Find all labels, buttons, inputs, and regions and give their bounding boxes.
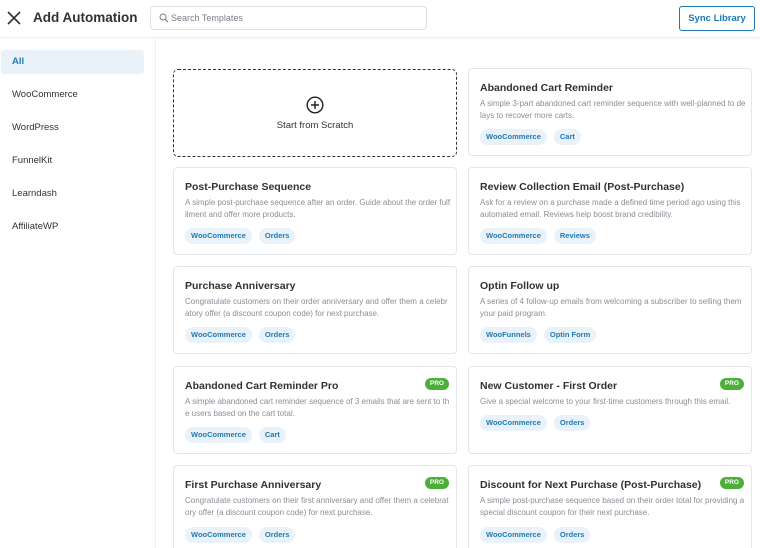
- template-title: Post-Purchase Sequence: [185, 181, 312, 193]
- tag: Cart: [553, 129, 581, 145]
- search-input[interactable]: [171, 7, 421, 29]
- template-grid: Start from Scratch Abandoned Cart Remind…: [157, 39, 760, 548]
- tag: WooCommerce: [185, 527, 252, 543]
- tag: Orders: [258, 228, 296, 244]
- sidebar: All WooCommerce WordPress FunnelKit Lear…: [0, 39, 156, 548]
- close-icon: [7, 11, 21, 25]
- page-title: Add Automation: [33, 10, 138, 25]
- tag: Orders: [258, 327, 296, 343]
- tag: WooCommerce: [480, 129, 547, 145]
- template-description: A simple post-purchase sequence after an…: [185, 198, 451, 219]
- sidebar-item-woocommerce[interactable]: WooCommerce: [1, 83, 144, 107]
- sidebar-item-wordpress[interactable]: WordPress: [1, 116, 144, 140]
- sidebar-item-affiliatewp[interactable]: AffiliateWP: [1, 215, 144, 239]
- template-description: Congratulate customers on their order an…: [185, 297, 448, 318]
- tag: WooCommerce: [480, 228, 547, 244]
- sidebar-item-funnelkit[interactable]: FunnelKit: [1, 149, 144, 173]
- template-card[interactable]: New Customer - First Order PRO Give a sp…: [468, 366, 752, 454]
- template-card[interactable]: First Purchase Anniversary PRO Congratul…: [173, 465, 457, 548]
- tag: WooCommerce: [185, 327, 252, 343]
- pro-badge: PRO: [424, 378, 449, 390]
- template-title: Review Collection Email (Post-Purchase): [480, 181, 685, 193]
- tag-list: WooCommerce Orders: [185, 327, 296, 343]
- template-title: New Customer - First Order: [480, 380, 618, 392]
- template-title: First Purchase Anniversary: [185, 479, 322, 491]
- start-from-scratch-card[interactable]: Start from Scratch: [173, 69, 457, 157]
- template-description: A simple abandoned cart reminder sequenc…: [185, 397, 450, 418]
- tag: Orders: [553, 415, 591, 431]
- tag: WooCommerce: [480, 527, 547, 543]
- template-description: Give a special welcome to your first-tim…: [480, 397, 731, 406]
- tag-list: WooCommerce Orders: [185, 527, 296, 543]
- tag: Cart: [258, 427, 286, 443]
- template-description: A series of 4 follow-up emails from welc…: [480, 297, 742, 318]
- sidebar-item-all[interactable]: All: [1, 50, 144, 74]
- tag-list: WooCommerce Orders: [480, 527, 591, 543]
- template-card[interactable]: Review Collection Email (Post-Purchase) …: [468, 167, 752, 255]
- tag: WooFunnels: [480, 327, 537, 343]
- pro-badge: PRO: [719, 378, 744, 390]
- tag-list: WooCommerce Orders: [185, 228, 296, 244]
- template-title: Discount for Next Purchase (Post-Purchas…: [480, 479, 702, 491]
- tag: WooCommerce: [185, 427, 252, 443]
- tag-list: WooFunnels Optin Form: [480, 327, 597, 343]
- search-icon: [159, 13, 169, 23]
- sync-library-button[interactable]: Sync Library: [679, 6, 755, 31]
- template-title: Abandoned Cart Reminder: [480, 82, 614, 94]
- template-card[interactable]: Discount for Next Purchase (Post-Purchas…: [468, 465, 752, 548]
- scratch-label: Start from Scratch: [276, 119, 354, 131]
- tag: Reviews: [553, 228, 596, 244]
- tag: Orders: [258, 527, 296, 543]
- tag-list: WooCommerce Reviews: [480, 228, 596, 244]
- tag: Orders: [553, 527, 591, 543]
- template-card[interactable]: Abandoned Cart Reminder Pro PRO A simple…: [173, 366, 457, 454]
- plus-circle-icon: [306, 95, 324, 114]
- tag: WooCommerce: [480, 415, 547, 431]
- sidebar-item-learndash[interactable]: Learndash: [1, 182, 144, 206]
- template-card[interactable]: Optin Follow up A series of 4 follow-up …: [468, 266, 752, 354]
- template-card[interactable]: Post-Purchase Sequence A simple post-pur…: [173, 167, 457, 255]
- template-title: Abandoned Cart Reminder Pro: [185, 380, 339, 392]
- header: Add Automation Sync Library: [0, 0, 760, 38]
- pro-badge: PRO: [424, 477, 449, 489]
- tag-list: WooCommerce Cart: [480, 129, 581, 145]
- template-title: Purchase Anniversary: [185, 280, 296, 292]
- template-description: A simple post-purchase sequence based on…: [480, 496, 745, 517]
- template-title: Optin Follow up: [480, 280, 560, 292]
- tag: Optin Form: [543, 327, 597, 343]
- tag-list: WooCommerce Orders: [480, 415, 591, 431]
- template-description: A simple 3-part abandoned cart reminder …: [480, 99, 746, 120]
- tag: WooCommerce: [185, 228, 252, 244]
- pro-badge: PRO: [719, 477, 744, 489]
- template-card[interactable]: Purchase Anniversary Congratulate custom…: [173, 266, 457, 354]
- close-button[interactable]: [6, 10, 22, 26]
- template-card[interactable]: Abandoned Cart Reminder A simple 3-part …: [468, 68, 752, 156]
- search-box[interactable]: [150, 6, 427, 30]
- template-description: Ask for a review on a purchase made a de…: [480, 198, 741, 219]
- template-description: Congratulate customers on their first an…: [185, 496, 449, 517]
- tag-list: WooCommerce Cart: [185, 427, 286, 443]
